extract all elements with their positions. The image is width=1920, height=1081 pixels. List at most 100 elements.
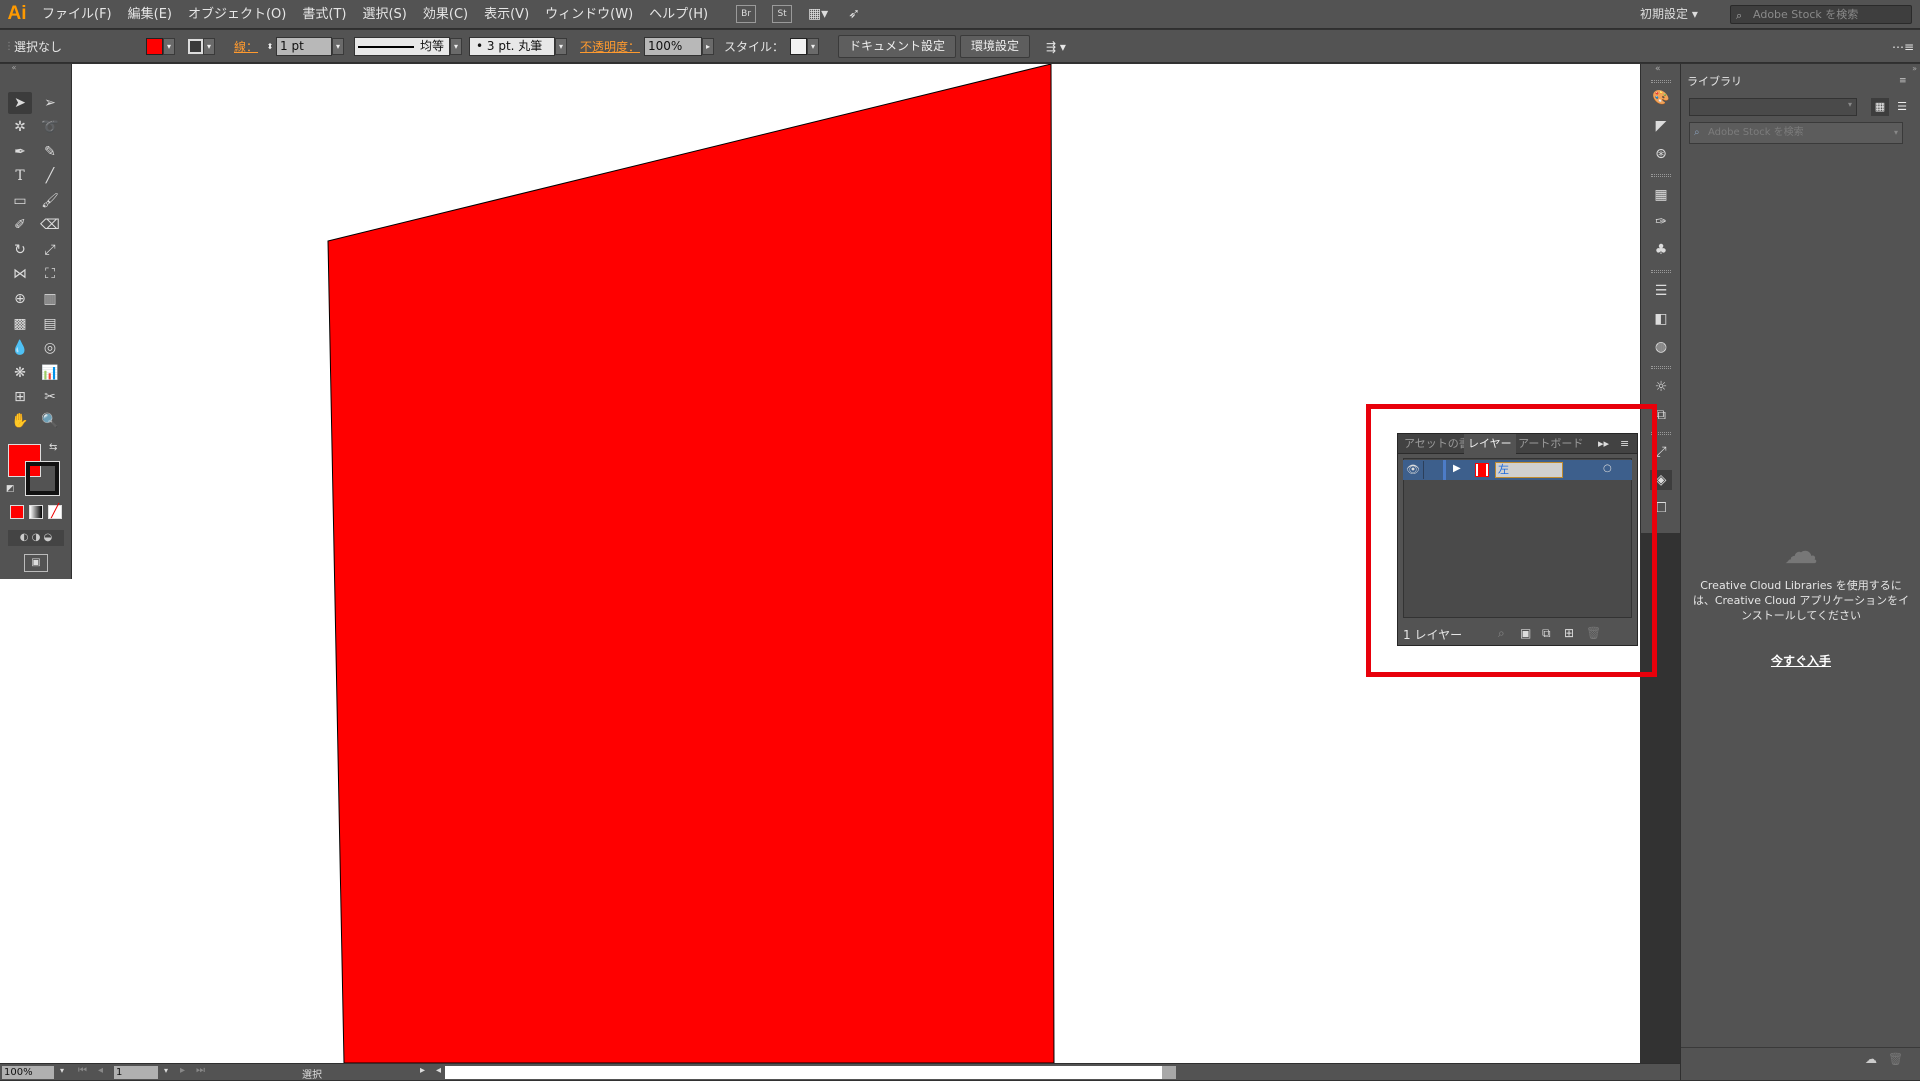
menu-view[interactable]: 表示(V): [476, 0, 537, 29]
red-shape[interactable]: [327, 64, 1055, 1063]
last-artboard-icon[interactable]: ⏭: [196, 1065, 205, 1076]
grid-view-icon[interactable]: ▦: [1871, 98, 1889, 116]
swatches-icon[interactable]: ▦: [1650, 185, 1672, 205]
zoom-field[interactable]: 100%: [2, 1066, 54, 1079]
screen-mode-icon[interactable]: ▣: [24, 554, 48, 572]
chevron-down-icon[interactable]: ▾: [203, 38, 215, 55]
chevron-down-icon[interactable]: ▾: [56, 1066, 68, 1079]
collapse-icon[interactable]: «: [2, 62, 26, 72]
graph-tool-icon[interactable]: 📊: [38, 362, 62, 384]
get-it-now-link[interactable]: 今すぐ入手: [1681, 652, 1920, 669]
fill-swatch[interactable]: [146, 38, 163, 55]
paintbrush-tool-icon[interactable]: 🖌: [38, 190, 62, 212]
chevron-down-icon[interactable]: ▾: [555, 38, 567, 55]
stroke-profile-field[interactable]: 均等: [354, 37, 450, 56]
document-settings-button[interactable]: ドキュメント設定: [838, 35, 957, 58]
transparency-icon[interactable]: ◍: [1650, 337, 1672, 357]
zoom-tool-icon[interactable]: 🔍: [38, 410, 62, 432]
selection-tool-icon[interactable]: ➤: [8, 92, 32, 114]
shaper-tool-icon[interactable]: ✐: [8, 214, 32, 236]
chevron-down-icon[interactable]: ▾: [160, 1066, 172, 1079]
menu-effect[interactable]: 効果(C): [415, 0, 476, 29]
menu-file[interactable]: ファイル(F): [34, 0, 120, 29]
horizontal-scrollbar-thumb[interactable]: [445, 1066, 1175, 1079]
status-menu-icon[interactable]: ▸: [420, 1065, 425, 1076]
stroke-label[interactable]: 線：: [234, 30, 258, 63]
stroke-color-swatch[interactable]: [25, 461, 60, 496]
library-select[interactable]: ▾: [1689, 98, 1857, 116]
opacity-field[interactable]: 100%: [644, 37, 702, 56]
color-mode-icon[interactable]: [10, 505, 24, 519]
panel-menu-icon[interactable]: ⋯≡: [1892, 30, 1914, 63]
menu-type[interactable]: 書式(T): [294, 0, 354, 29]
opacity-label[interactable]: 不透明度：: [580, 30, 640, 63]
gradient-tool-icon[interactable]: ▤: [38, 313, 62, 335]
stroke-icon[interactable]: ☰: [1650, 281, 1672, 301]
first-artboard-icon[interactable]: ⏮: [78, 1065, 87, 1076]
eraser-tool-icon[interactable]: ⌫: [38, 214, 62, 236]
magic-wand-tool-icon[interactable]: ✲: [8, 116, 32, 138]
shape-builder-tool-icon[interactable]: ⊕: [8, 288, 32, 310]
scroll-left-icon[interactable]: ◂: [436, 1065, 441, 1076]
gradient-mode-icon[interactable]: [29, 505, 43, 519]
symbol-sprayer-tool-icon[interactable]: ❋: [8, 362, 32, 384]
color-icon[interactable]: ◤: [1650, 116, 1672, 136]
brushes-icon[interactable]: ✑: [1650, 212, 1672, 232]
collapse-icon[interactable]: »: [1681, 64, 1920, 74]
stroke-swatch[interactable]: [188, 39, 203, 54]
free-transform-tool-icon[interactable]: ⛶: [38, 263, 62, 285]
lasso-tool-icon[interactable]: ➰: [38, 116, 62, 138]
stroke-weight-field[interactable]: 1 pt: [276, 37, 332, 56]
perspective-grid-tool-icon[interactable]: ▥: [38, 288, 62, 310]
mesh-tool-icon[interactable]: ▩: [8, 313, 32, 335]
chevron-down-icon[interactable]: ▾: [450, 38, 462, 55]
appearance-icon[interactable]: ☼: [1650, 377, 1672, 397]
menu-object[interactable]: オブジェクト(O): [180, 0, 294, 29]
rectangle-tool-icon[interactable]: ▭: [8, 190, 32, 212]
cc-libraries-icon[interactable]: ⊛: [1650, 144, 1672, 164]
artboard-tool-icon[interactable]: ⊞: [8, 386, 32, 408]
panel-menu-icon[interactable]: ≡: [1899, 76, 1907, 86]
color-guide-icon[interactable]: 🎨: [1650, 88, 1672, 108]
swap-colors-icon[interactable]: ⇆: [49, 442, 57, 453]
libraries-tab[interactable]: ライブラリ: [1681, 74, 1748, 90]
drawing-modes-icon[interactable]: ◐ ◑ ◒: [8, 530, 64, 546]
menu-window[interactable]: ウィンドウ(W): [537, 0, 641, 29]
arrange-icon[interactable]: ⇶ ▾: [1046, 30, 1066, 63]
arrange-documents-icon[interactable]: ▦▾: [808, 5, 828, 23]
eyedropper-tool-icon[interactable]: 💧: [8, 337, 32, 359]
previous-artboard-icon[interactable]: ◂: [98, 1065, 103, 1076]
bridge-icon[interactable]: Br: [736, 5, 757, 23]
stock-search-input[interactable]: ⌕ Adobe Stock を検索: [1730, 5, 1912, 24]
width-tool-icon[interactable]: ⋈: [8, 263, 32, 285]
chevron-right-icon[interactable]: ▸: [702, 38, 714, 55]
line-tool-icon[interactable]: ╱: [38, 165, 62, 187]
gradient-icon[interactable]: ◧: [1650, 309, 1672, 329]
style-swatch[interactable]: [790, 38, 807, 55]
chevron-down-icon[interactable]: ▾: [807, 38, 819, 55]
symbols-icon[interactable]: ♣: [1650, 240, 1672, 260]
next-artboard-icon[interactable]: ▸: [180, 1065, 185, 1076]
collapse-icon[interactable]: «: [1655, 64, 1661, 74]
chevron-down-icon[interactable]: ▾: [163, 38, 175, 55]
direct-selection-tool-icon[interactable]: ➢: [38, 92, 62, 114]
rotate-tool-icon[interactable]: ↻: [8, 239, 32, 261]
workspace-switcher[interactable]: 初期設定 ▾: [1640, 0, 1698, 29]
curvature-tool-icon[interactable]: ✎: [38, 141, 62, 163]
stepper-icon[interactable]: ⬍: [264, 38, 276, 55]
list-view-icon[interactable]: ☰: [1893, 98, 1911, 116]
scale-tool-icon[interactable]: ⤢: [38, 239, 62, 261]
pen-tool-icon[interactable]: ✒: [8, 141, 32, 163]
stock-icon[interactable]: St: [772, 5, 793, 23]
brush-field[interactable]: • 3 pt. 丸筆: [469, 37, 555, 56]
trash-icon[interactable]: 🗑: [1888, 1052, 1903, 1066]
artboard-number-field[interactable]: 1: [114, 1066, 158, 1079]
scroll-right-icon[interactable]: [1162, 1066, 1176, 1079]
hand-tool-icon[interactable]: ✋: [8, 410, 32, 432]
type-tool-icon[interactable]: T: [8, 165, 32, 187]
menu-help[interactable]: ヘルプ(H): [641, 0, 716, 29]
none-mode-icon[interactable]: ╱: [48, 505, 62, 519]
default-colors-icon[interactable]: ◩: [6, 484, 15, 494]
menu-select[interactable]: 選択(S): [354, 0, 414, 29]
blend-tool-icon[interactable]: ◎: [38, 337, 62, 359]
